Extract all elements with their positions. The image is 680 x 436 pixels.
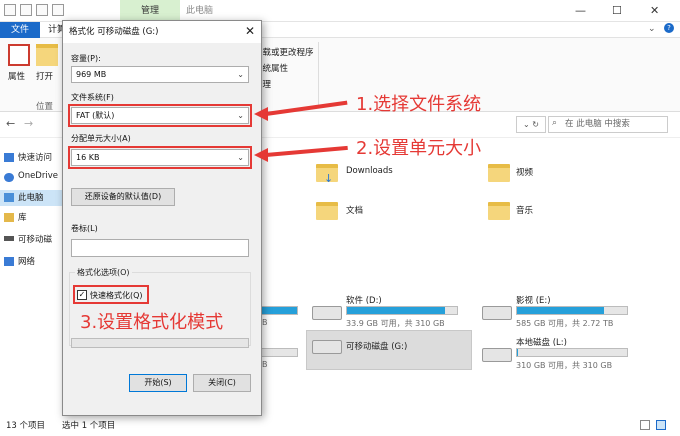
volume-label-label: 卷标(L) (71, 224, 98, 233)
dialog-title: 格式化 可移动磁盘 (G:) (63, 21, 261, 43)
filesystem-label: 文件系统(F) (71, 93, 114, 102)
item-count: 13 个项目 (6, 421, 46, 431)
maximize-button[interactable]: ☐ (612, 4, 622, 17)
close-window-button[interactable]: ✕ (650, 4, 659, 17)
documents-folder-icon[interactable] (316, 202, 338, 220)
drive-l-free: 310 GB 可用，共 310 GB (516, 361, 613, 370)
onedrive-icon (4, 173, 14, 182)
tab-manage[interactable]: 管理 (120, 0, 180, 22)
library-icon (4, 213, 14, 222)
search-icon: ⌕ (552, 118, 558, 128)
folder-documents[interactable]: 文档 (346, 204, 363, 216)
format-options-label: 格式化选项(O) (75, 267, 132, 278)
minimize-button[interactable]: — (575, 4, 586, 17)
customize-quick-icon[interactable] (52, 4, 64, 16)
videos-folder-icon[interactable] (488, 164, 510, 182)
restore-defaults-button[interactable]: 还原设备的默认值(D) (71, 188, 175, 206)
quick-format-highlight (73, 285, 149, 304)
open-button[interactable]: 打开 (36, 70, 53, 82)
drive-e-usage (516, 306, 628, 315)
properties-button[interactable]: 属性 (8, 70, 25, 82)
drive-d-usage (346, 306, 458, 315)
nav-item-library[interactable]: 库 (18, 211, 27, 223)
folder-downloads[interactable]: Downloads (346, 166, 393, 176)
drive-c-usage (262, 306, 298, 315)
this-pc-icon (4, 193, 14, 202)
drive-c-free: B (262, 318, 268, 327)
drive-e-icon (482, 306, 512, 320)
ribbon-divider (318, 42, 319, 106)
drive-f-free: B (262, 360, 268, 369)
search-input[interactable]: 在 此电脑 中搜索 (548, 116, 668, 133)
chevron-down-icon: ⌄ (237, 70, 244, 79)
address-refresh-button[interactable]: ⌄ ↻ (516, 116, 546, 133)
location-group-label: 位置 (36, 102, 54, 112)
nav-item-network[interactable]: 网络 (18, 255, 35, 267)
details-view-icon[interactable] (640, 420, 650, 430)
annotation-step3: 3.设置格式化模式 (80, 312, 224, 333)
drive-g-icon (312, 340, 342, 354)
nav-item-removable[interactable]: 可移动磁 (18, 233, 52, 245)
nav-item-this-pc[interactable]: 此电脑 (18, 191, 44, 203)
drive-l-fill (517, 349, 519, 356)
alloc-unit-label: 分配单元大小(A) (71, 134, 131, 143)
selected-count: 选中 1 个项目 (62, 421, 116, 431)
help-icon[interactable]: ? (664, 23, 674, 33)
annotation-arrow-2 (265, 145, 348, 157)
drive-c-fill (262, 307, 297, 314)
open-icon (36, 44, 58, 66)
drive-f-usage (262, 348, 298, 357)
window-title: 此电脑 (186, 6, 214, 16)
nav-pane: 快速访问 OneDrive 此电脑 库 可移动磁 网络 (0, 140, 64, 410)
folder-videos[interactable]: 视频 (516, 166, 533, 178)
drive-d-name[interactable]: 软件 (D:) (346, 294, 382, 306)
tab-file[interactable]: 文件 (0, 22, 40, 38)
filesystem-highlight (68, 104, 252, 127)
drive-g-name[interactable]: 可移动磁盘 (G:) (346, 340, 407, 352)
app-icon (4, 4, 16, 16)
network-icon (4, 257, 14, 266)
properties-quick-icon[interactable] (20, 4, 32, 16)
dialog-close-button[interactable]: ✕ (245, 24, 255, 38)
forward-icon[interactable]: → (24, 117, 33, 130)
drive-e-name[interactable]: 影视 (E:) (516, 294, 551, 306)
tiles-view-icon[interactable] (656, 420, 666, 430)
start-button[interactable]: 开始(S) (129, 374, 187, 392)
drive-l-usage (516, 348, 628, 357)
removable-disk-icon (4, 236, 14, 241)
properties-icon (8, 44, 30, 66)
annotation-step1: 1.选择文件系统 (356, 94, 482, 115)
volume-label-input[interactable] (71, 239, 249, 257)
capacity-select[interactable]: 969 MB ⌄ (71, 66, 249, 83)
drive-d-free: 33.9 GB 可用，共 310 GB (346, 319, 445, 328)
capacity-value: 969 MB (76, 70, 107, 79)
nav-item-onedrive[interactable]: OneDrive (18, 171, 58, 181)
drive-e-free: 585 GB 可用，共 2.72 TB (516, 319, 614, 328)
drive-e-fill (517, 307, 604, 314)
nav-item-quick-access[interactable]: 快速访问 (18, 151, 52, 163)
capacity-label: 容量(P): (71, 54, 101, 63)
drive-l-name[interactable]: 本地磁盘 (L:) (516, 336, 567, 348)
close-button[interactable]: 关闭(C) (193, 374, 251, 392)
format-dialog: 格式化 可移动磁盘 (G:) ✕ 容量(P): 969 MB ⌄ 文件系统(F)… (62, 20, 262, 416)
drive-l-icon (482, 348, 512, 362)
uninstall-program-button[interactable]: 卸载或更改程序 (254, 46, 314, 58)
status-bar: 13 个项目 选中 1 个项目 (0, 416, 680, 436)
back-icon[interactable]: ← (6, 117, 15, 130)
format-progress-bar (71, 338, 249, 348)
music-folder-icon[interactable] (488, 202, 510, 220)
quick-access-icon (4, 153, 14, 162)
folder-quick-icon[interactable] (36, 4, 48, 16)
ribbon-expand-icon[interactable]: ⌄ (648, 24, 656, 34)
drive-d-icon (312, 306, 342, 320)
alloc-unit-highlight (68, 146, 252, 169)
folder-music[interactable]: 音乐 (516, 204, 533, 216)
annotation-step2: 2.设置单元大小 (356, 138, 482, 159)
download-arrow-icon: ↓ (324, 172, 334, 185)
drive-d-fill (347, 307, 445, 314)
